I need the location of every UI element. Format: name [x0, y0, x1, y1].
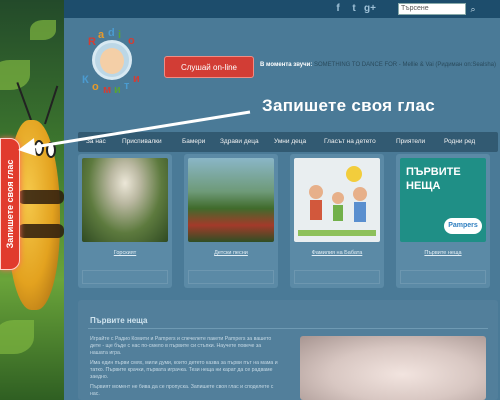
promo-title-line: НЕЩА	[406, 180, 441, 192]
bee-stripe	[18, 190, 64, 204]
search-icon[interactable]: ⌕	[468, 4, 478, 14]
nav-item-bameri[interactable]: Бамери	[182, 132, 205, 152]
promo-title-line: ПЪРВИТЕ	[406, 166, 461, 178]
feature-card[interactable]: Фамилия на Бабата	[290, 154, 384, 288]
kids-drawing-illustration	[298, 166, 376, 236]
logo-letter: К	[82, 74, 89, 86]
card-image-pampers-promo[interactable]: ПЪРВИТЕ НЕЩА Pampers	[400, 158, 486, 242]
card-footer	[188, 270, 274, 284]
card-image-kids-drawing[interactable]	[294, 158, 380, 242]
nav-item-child-voice[interactable]: Гласът на детето	[324, 132, 376, 152]
article-paragraph: Първият момент не бива да се пропуска. З…	[90, 384, 274, 397]
nav-item-about[interactable]: За нас	[86, 132, 106, 152]
divider	[88, 328, 488, 329]
article-paragraph: Играйте с Радио Комити и Pampers и спече…	[90, 336, 272, 356]
twitter-icon[interactable]: t	[348, 3, 360, 15]
article-paragraph: Има един първи смях, мили думи, които де…	[90, 360, 278, 380]
card-caption[interactable]: Горският	[78, 250, 172, 256]
page-container: R a d i o К о м и т и Слушай on-line В м…	[64, 18, 500, 400]
bee-antenna	[16, 82, 32, 121]
nav-item-healthy-kids[interactable]: Здрави деца	[220, 132, 259, 152]
nav-item-family[interactable]: Родни ред	[444, 132, 475, 152]
logo-child-face	[100, 48, 124, 74]
card-footer	[82, 270, 168, 284]
top-bar: f t g+ Търсене ⌕	[64, 0, 500, 18]
card-caption[interactable]: Първите неща	[396, 250, 490, 256]
logo-letter: a	[98, 29, 105, 41]
logo-letter: R	[88, 36, 96, 48]
logo-letter: и	[114, 84, 121, 96]
nav-item-friends[interactable]: Приятели	[396, 132, 425, 152]
logo-letter: i	[118, 29, 122, 41]
article-section: Първите неща Играйте с Радио Комити и Pa…	[78, 300, 498, 400]
nav-item-smart-kids[interactable]: Умни деца	[274, 132, 306, 152]
radio-komiti-logo[interactable]: R a d i o К о м и т и	[80, 27, 142, 96]
bee-antenna	[44, 85, 59, 125]
article-title: Първите неща	[90, 316, 148, 325]
google-plus-icon[interactable]: g+	[364, 3, 376, 15]
bee-eye	[34, 140, 44, 156]
card-caption[interactable]: Фамилия на Бабата	[290, 250, 384, 256]
bee-eye	[46, 142, 56, 158]
leaf-decoration	[0, 60, 30, 90]
leaf-decoration	[0, 320, 34, 354]
logo-letter: d	[108, 27, 115, 39]
card-image-child-in-flowers[interactable]	[82, 158, 168, 242]
card-footer	[400, 270, 486, 284]
record-voice-callout: Запишете своя глас	[262, 96, 435, 115]
article-image-baby	[300, 336, 486, 400]
record-voice-tab-label: Запишете своя глас	[5, 159, 15, 249]
logo-letter: о	[92, 81, 99, 93]
leaf-decoration	[30, 20, 56, 40]
logo-letter: т	[124, 80, 130, 92]
pampers-logo: Pampers	[444, 218, 482, 234]
record-voice-tab[interactable]: Запишете своя глас	[0, 138, 20, 270]
feature-card[interactable]: Горският	[78, 154, 172, 288]
search-input[interactable]: Търсене	[398, 3, 466, 15]
card-footer	[294, 270, 380, 284]
now-playing-track[interactable]: SOMETHING TO DANCE FOR - Mellie & Vai (Р…	[314, 62, 496, 68]
logo-letter: o	[128, 35, 135, 47]
main-nav: За нас Приспивалки Бамери Здрави деца Ум…	[78, 132, 498, 152]
now-playing-label: В момента звучи:	[260, 62, 313, 68]
facebook-icon[interactable]: f	[332, 3, 344, 15]
feature-card[interactable]: Детски песни	[184, 154, 278, 288]
feature-card[interactable]: ПЪРВИТЕ НЕЩА Pampers Първите неща	[396, 154, 490, 288]
logo-letter: м	[103, 84, 112, 96]
card-caption[interactable]: Детски песни	[184, 250, 278, 256]
logo-letter: и	[133, 73, 140, 85]
listen-online-button[interactable]: Слушай on-line	[164, 56, 254, 78]
nav-item-lullabies[interactable]: Приспивалки	[122, 132, 162, 152]
card-image-poppy-field[interactable]	[188, 158, 274, 242]
bee-stripe	[18, 224, 64, 238]
